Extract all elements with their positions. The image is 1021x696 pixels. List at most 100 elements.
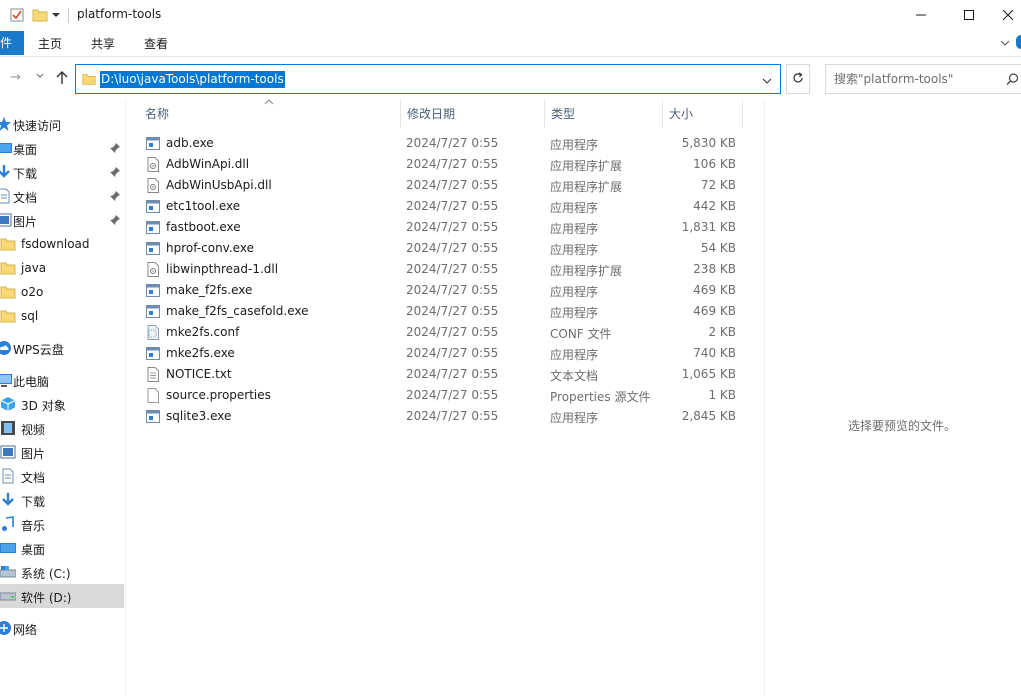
file-row[interactable]: AdbWinUsbApi.dll 2024/7/27 0:55 应用程序扩展 72 K…	[138, 175, 764, 196]
file-row[interactable]: adb.exe 2024/7/27 0:55 应用程序 5,830 KB	[138, 133, 764, 154]
sidebar-item-label: 视频	[21, 423, 46, 437]
file-row[interactable]: libwinpthread-1.dll 2024/7/27 0:55 应用程序扩展 2…	[138, 259, 764, 280]
file-size: 238 KB	[693, 262, 736, 276]
sidebar-item[interactable]: 图片	[0, 440, 124, 464]
column-divider[interactable]	[742, 100, 743, 128]
column-header-size[interactable]: 大小	[662, 100, 742, 128]
star-icon	[0, 116, 12, 132]
download-icon	[0, 164, 12, 180]
address-path[interactable]: D:\luo\javaTools\platform-tools	[100, 71, 285, 88]
sidebar-item[interactable]: 软件 (D:)	[0, 584, 124, 608]
file-size: 1 KB	[708, 388, 736, 402]
sidebar-item-label: 软件 (D:)	[21, 591, 72, 605]
column-header-type[interactable]: 类型	[544, 100, 662, 128]
refresh-button[interactable]	[786, 64, 810, 94]
sidebar-item[interactable]: 网络	[0, 616, 124, 640]
exe-icon	[146, 346, 160, 361]
file-name: etc1tool.exe	[166, 199, 241, 213]
sidebar-item[interactable]: 快速访问	[0, 112, 124, 136]
sidebar-item-label: 此电脑	[13, 375, 50, 389]
file-name: sqlite3.exe	[166, 409, 232, 423]
ribbon-expand-icon[interactable]	[1000, 36, 1010, 50]
search-input[interactable]	[834, 72, 994, 86]
pin-icon[interactable]	[110, 142, 120, 156]
maximize-button[interactable]	[946, 0, 992, 31]
file-modified-date: 2024/7/27 0:55	[406, 367, 499, 381]
sidebar-item[interactable]: 系统 (C:)	[0, 560, 124, 584]
search-box[interactable]	[825, 64, 1021, 94]
sidebar-item-label: 系统 (C:)	[21, 567, 71, 581]
file-type: 应用程序	[550, 285, 599, 299]
file-type: 应用程序	[550, 306, 599, 320]
sidebar-item[interactable]: 此电脑	[0, 368, 124, 392]
file-size: 5,830 KB	[681, 136, 736, 150]
qat-dropdown-icon[interactable]	[51, 9, 67, 25]
sidebar-item[interactable]: 3D 对象	[0, 392, 124, 416]
sidebar-item[interactable]: 视频	[0, 416, 124, 440]
dll-icon	[146, 178, 160, 193]
sidebar-item[interactable]: java	[0, 256, 124, 280]
file-modified-date: 2024/7/27 0:55	[406, 136, 499, 150]
sidebar-item-label: 图片	[13, 215, 38, 229]
file-row[interactable]: mke2fs.exe 2024/7/27 0:55 应用程序 740 KB	[138, 343, 764, 364]
help-icon[interactable]	[1016, 35, 1021, 49]
address-dropdown-icon[interactable]	[762, 74, 772, 88]
sidebar-item[interactable]: 桌面	[0, 536, 124, 560]
sidebar-item-label: 文档	[21, 471, 46, 485]
file-row[interactable]: hprof-conv.exe 2024/7/27 0:55 应用程序 54 KB	[138, 238, 764, 259]
sidebar-item-label: 音乐	[21, 519, 46, 533]
file-size: 54 KB	[700, 241, 736, 255]
back-icon[interactable]: →	[10, 70, 21, 85]
dll-icon	[146, 157, 160, 172]
search-icon[interactable]	[1006, 73, 1019, 89]
properties-file-icon	[146, 388, 160, 403]
exe-icon	[146, 220, 160, 235]
tab-share[interactable]: 共享	[91, 35, 115, 52]
file-row[interactable]: make_f2fs_casefold.exe 2024/7/27 0:55 应用程序…	[138, 301, 764, 322]
tab-file[interactable]: 文件	[0, 31, 24, 55]
file-row[interactable]: NOTICE.txt 2024/7/27 0:55 文本文档 1,065 KB	[138, 364, 764, 385]
file-name: mke2fs.exe	[166, 346, 235, 360]
exe-icon	[146, 409, 160, 424]
tab-home[interactable]: 主页	[38, 35, 62, 52]
up-icon[interactable]	[56, 71, 68, 89]
sidebar-item[interactable]: 桌面	[0, 136, 124, 160]
sidebar-item[interactable]: 音乐	[0, 512, 124, 536]
sidebar-item[interactable]: o2o	[0, 280, 124, 304]
close-button[interactable]	[994, 0, 1021, 31]
minimize-button[interactable]	[898, 0, 944, 31]
sidebar-item[interactable]: 下载	[0, 160, 124, 184]
pin-icon[interactable]	[110, 214, 120, 228]
file-row[interactable]: AdbWinApi.dll 2024/7/27 0:55 应用程序扩展 106 KB	[138, 154, 764, 175]
new-folder-icon[interactable]	[32, 7, 48, 23]
file-modified-date: 2024/7/27 0:55	[406, 388, 499, 402]
sidebar-item[interactable]: fsdownload	[0, 232, 124, 256]
file-row[interactable]: source.properties 2024/7/27 0:55 Propertie…	[138, 385, 764, 406]
sidebar-item[interactable]: 文档	[0, 464, 124, 488]
file-row[interactable]: etc1tool.exe 2024/7/27 0:55 应用程序 442 KB	[138, 196, 764, 217]
pin-icon[interactable]	[110, 190, 120, 204]
drive-c-icon	[0, 564, 17, 580]
file-row[interactable]: make_f2fs.exe 2024/7/27 0:55 应用程序 469 KB	[138, 280, 764, 301]
recent-dropdown-icon[interactable]	[36, 69, 44, 84]
properties-icon[interactable]	[9, 7, 25, 23]
column-header-date[interactable]: 修改日期	[400, 100, 544, 128]
preview-divider[interactable]	[764, 100, 765, 696]
file-row[interactable]: mke2fs.conf 2024/7/27 0:55 CONF 文件 2 KB	[138, 322, 764, 343]
address-bar[interactable]: D:\luo\javaTools\platform-tools	[75, 64, 781, 94]
folder-icon	[0, 236, 16, 252]
file-type: 应用程序扩展	[550, 264, 623, 278]
file-row[interactable]: sqlite3.exe 2024/7/27 0:55 应用程序 2,845 KB	[138, 406, 764, 427]
column-header-name[interactable]: 名称	[138, 100, 400, 128]
sidebar-item[interactable]: 下载	[0, 488, 124, 512]
tab-view[interactable]: 查看	[144, 35, 168, 52]
file-name: hprof-conv.exe	[166, 241, 254, 255]
sidebar-item[interactable]: WPS云盘	[0, 336, 124, 360]
sidebar-item[interactable]: sql	[0, 304, 124, 328]
file-row[interactable]: fastboot.exe 2024/7/27 0:55 应用程序 1,831 KB	[138, 217, 764, 238]
sidebar-item[interactable]: 图片	[0, 208, 124, 232]
maximize-icon	[964, 9, 974, 23]
pin-icon[interactable]	[110, 166, 120, 180]
folder-icon	[0, 308, 16, 324]
sidebar-item[interactable]: 文档	[0, 184, 124, 208]
